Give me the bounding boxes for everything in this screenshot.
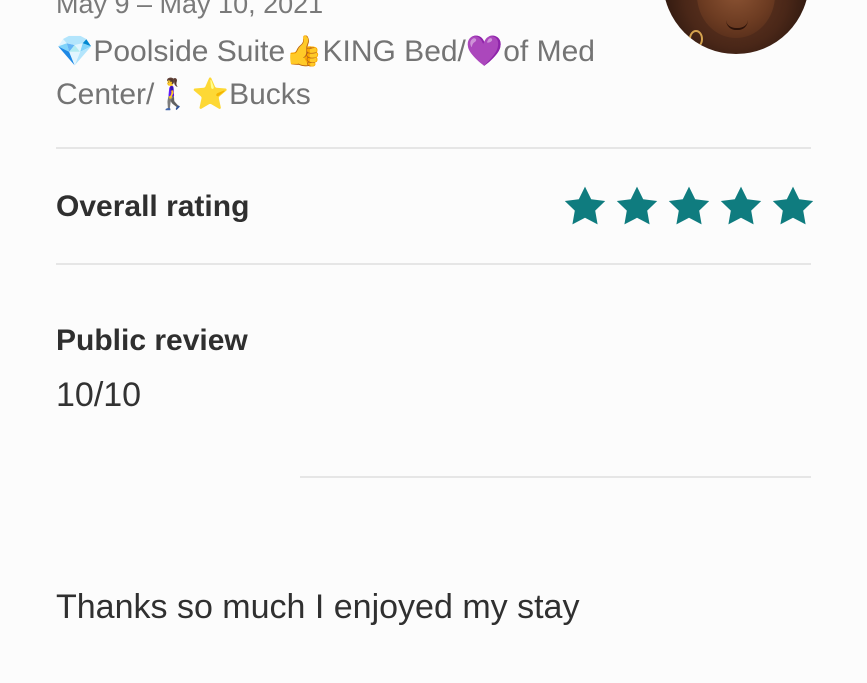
divider-short (300, 476, 811, 478)
star-icon (668, 186, 710, 225)
review-score: 10/10 (56, 376, 142, 414)
review-text: Thanks so much I enjoyed my stay (56, 588, 580, 626)
rating-stars (561, 183, 817, 231)
listing-title: 💎Poolside Suite👍KING Bed/💜of Med Center/… (56, 35, 595, 111)
divider-middle (56, 263, 811, 265)
star-icon (616, 186, 658, 225)
public-review-label: Public review (56, 324, 248, 357)
overall-rating-label: Overall rating (56, 190, 250, 223)
avatar-face (697, 0, 775, 38)
star-icon (720, 186, 762, 225)
star-icon (772, 186, 814, 225)
review-page: May 9 – May 10, 2021 💎Poolside Suite👍KIN… (0, 0, 867, 683)
star-icon (564, 186, 606, 225)
avatar[interactable] (663, 0, 809, 54)
avatar-earring (689, 30, 703, 48)
stay-dates: May 9 – May 10, 2021 (56, 0, 324, 19)
divider-top (56, 147, 811, 149)
